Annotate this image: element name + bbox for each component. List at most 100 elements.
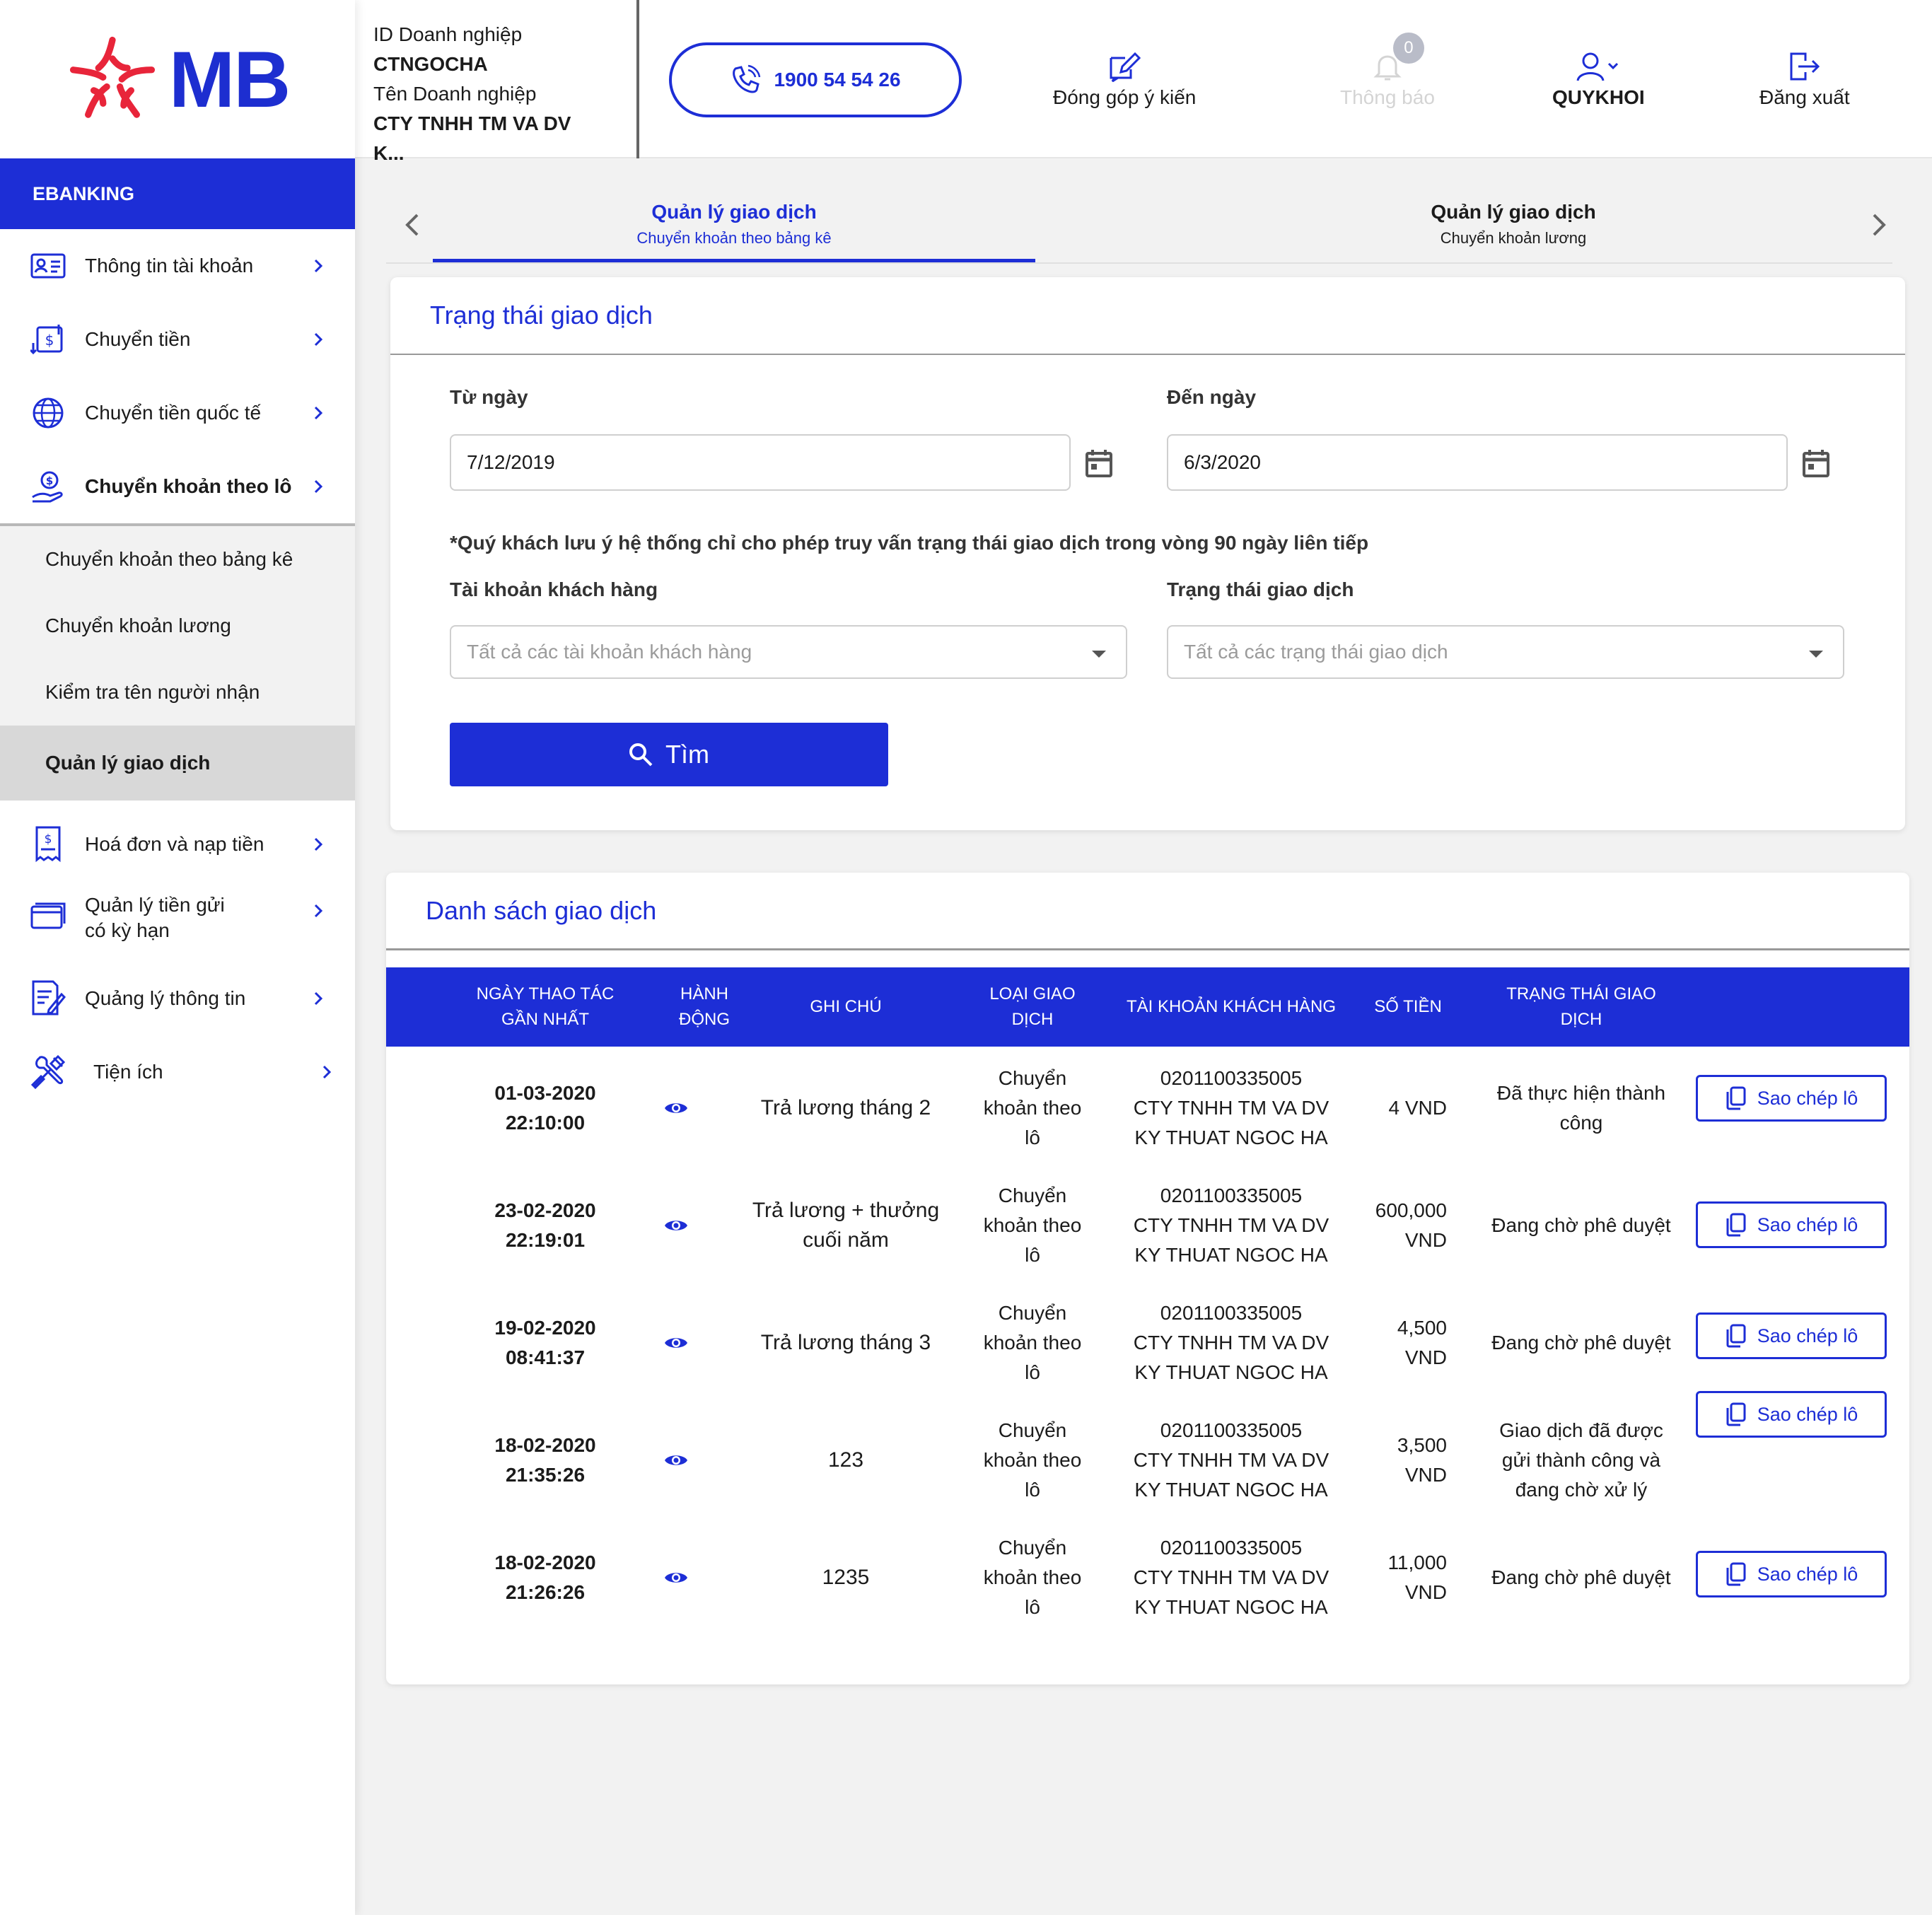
- status-line: gửi thành công và: [1501, 1449, 1661, 1471]
- cell-date: 19-02-2020 08:41:37: [429, 1284, 662, 1402]
- search-button[interactable]: Tìm: [450, 723, 888, 786]
- sidebar-item-batch-transfer[interactable]: $ Chuyển khoản theo lô: [0, 450, 355, 523]
- account-line: CTY TNHH TM VA DV: [1133, 1214, 1329, 1236]
- account-line: CTY TNHH TM VA DV: [1133, 1332, 1329, 1354]
- calendar-icon[interactable]: [1085, 448, 1113, 478]
- tab-salary-transfer[interactable]: Quản lý giao dịch Chuyển khoản lương: [1212, 201, 1815, 248]
- feedback-button[interactable]: Đóng góp ý kiến: [1053, 47, 1196, 109]
- type-line: lô: [1025, 1361, 1040, 1383]
- mb-logo[interactable]: MB: [66, 33, 291, 126]
- sidebar-item-term-deposit[interactable]: Quản lý tiền gửi có kỳ hạn: [0, 881, 355, 955]
- logout-icon: [1788, 47, 1821, 82]
- account-line: KY THUAT NGOC HA: [1134, 1244, 1328, 1266]
- copy-batch-label: Sao chép lô: [1757, 1563, 1858, 1585]
- copy-icon: [1726, 1086, 1746, 1110]
- status-line: Đã thực hiện thành: [1496, 1082, 1666, 1104]
- view-button[interactable]: [641, 1284, 711, 1402]
- receipt-icon: $: [30, 826, 66, 863]
- tab-statement-transfer[interactable]: Quản lý giao dịch Chuyển khoản theo bảng…: [433, 201, 1035, 248]
- account-line: 0201100335005: [1160, 1302, 1303, 1324]
- cell-status: Đã thực hiện thành công: [1440, 1049, 1723, 1167]
- status-line: Giao dịch đã được: [1499, 1419, 1663, 1441]
- view-button[interactable]: [641, 1519, 711, 1636]
- cell-date: 23-02-2020 22:19:01: [429, 1167, 662, 1284]
- th-line: GHI CHÚ: [810, 997, 882, 1016]
- account-line: 0201100335005: [1160, 1184, 1303, 1206]
- company-name-label: Tên Doanh nghiệp: [373, 83, 537, 105]
- chevron-right-icon: [314, 332, 323, 347]
- amount-line: 600,000: [1375, 1199, 1447, 1221]
- company-id-label: ID Doanh nghiệp: [373, 23, 523, 45]
- query-limit-note: *Quý khách lưu ý hệ thống chỉ cho phép t…: [450, 532, 1369, 554]
- submenu-item-salary-transfer[interactable]: Chuyển khoản lương: [0, 593, 355, 659]
- status-line: công: [1559, 1112, 1603, 1134]
- amount-line: 11,000: [1387, 1552, 1447, 1573]
- copy-batch-button[interactable]: Sao chép lô: [1696, 1551, 1887, 1597]
- calendar-icon[interactable]: [1802, 448, 1830, 478]
- col-status: TRẠNG THÁI GIAO DỊCH: [1426, 967, 1737, 1047]
- chevron-right-icon[interactable]: [1864, 211, 1892, 239]
- to-date-input[interactable]: 6/3/2020: [1167, 434, 1788, 491]
- hotline-button[interactable]: 1900 54 54 26: [669, 42, 962, 117]
- copy-batch-button[interactable]: Sao chép lô: [1696, 1391, 1887, 1438]
- status-line: Đang chờ phê duyệt: [1491, 1214, 1671, 1236]
- account-line: 0201100335005: [1160, 1537, 1303, 1559]
- copy-batch-button[interactable]: Sao chép lô: [1696, 1075, 1887, 1122]
- sidebar-item-transfer[interactable]: $ Chuyển tiền: [0, 303, 355, 376]
- username: QUYKHOI: [1552, 86, 1645, 108]
- account-line: KY THUAT NGOC HA: [1134, 1479, 1328, 1501]
- date: 19-02-2020: [494, 1317, 596, 1339]
- submenu-item-statement-transfer[interactable]: Chuyển khoản theo bảng kê: [0, 526, 355, 593]
- submenu-item-check-recipient[interactable]: Kiểm tra tên người nhận: [0, 659, 355, 726]
- copy-batch-button[interactable]: Sao chép lô: [1696, 1312, 1887, 1359]
- document-edit-icon: [30, 980, 66, 1017]
- top-bar: ID Doanh nghiệp CTNGOCHA Tên Doanh nghiệ…: [355, 0, 1932, 164]
- hotline-number: 1900 54 54 26: [774, 69, 901, 91]
- copy-icon: [1726, 1402, 1746, 1426]
- sidebar-item-label: Chuyển khoản theo lô: [85, 475, 292, 497]
- notifications-button[interactable]: 0 Thông báo: [1340, 33, 1435, 109]
- copy-batch-label: Sao chép lô: [1757, 1213, 1858, 1235]
- eye-icon: [665, 1573, 687, 1583]
- label-line: Quản lý tiền gửi: [85, 894, 225, 916]
- sidebar-item-account-info[interactable]: Thông tin tài khoản: [0, 229, 355, 303]
- sidebar-item-info-management[interactable]: Quảng lý thông tin: [0, 962, 355, 1035]
- th-line: TÀI KHOẢN KHÁCH HÀNG: [1126, 997, 1337, 1016]
- sidebar-item-international-transfer[interactable]: Chuyển tiền quốc tế: [0, 376, 355, 450]
- view-button[interactable]: [641, 1049, 711, 1167]
- account-label: Tài khoản khách hàng: [450, 578, 658, 600]
- cell-status: Đang chờ phê duyệt: [1440, 1284, 1723, 1402]
- logout-button[interactable]: Đăng xuất: [1759, 47, 1850, 109]
- sidebar: MB EBANKING Thông tin tài khoản $ Chuyển…: [0, 0, 355, 1915]
- cell-amount: 11,000 VND: [1320, 1519, 1447, 1636]
- chevron-left-icon[interactable]: [399, 211, 427, 239]
- submenu-item-transaction-management[interactable]: Quản lý giao dịch: [0, 726, 355, 801]
- note-line: cuối năm: [803, 1228, 889, 1252]
- account-line: CTY TNHH TM VA DV: [1133, 1097, 1329, 1119]
- cell-amount: 4,500 VND: [1320, 1284, 1447, 1402]
- account-line: CTY TNHH TM VA DV: [1133, 1566, 1329, 1588]
- cell-status: Đang chờ phê duyệt: [1440, 1519, 1723, 1636]
- header-divider: [636, 0, 639, 158]
- sidebar-item-utilities[interactable]: Tiện ích: [0, 1035, 355, 1109]
- status-select[interactable]: Tất cả các trạng thái giao dịch: [1167, 625, 1844, 679]
- status-select-placeholder: Tất cả các trạng thái giao dịch: [1184, 641, 1448, 663]
- copy-batch-label: Sao chép lô: [1757, 1403, 1858, 1425]
- time: 21:35:26: [505, 1464, 586, 1486]
- tools-icon: [30, 1054, 66, 1090]
- sidebar-item-label: Quảng lý thông tin: [85, 987, 246, 1009]
- status-line: Đang chờ phê duyệt: [1491, 1566, 1671, 1588]
- view-button[interactable]: [641, 1402, 711, 1519]
- view-button[interactable]: [641, 1167, 711, 1284]
- tab-title: Quản lý giao dịch: [651, 201, 817, 223]
- chevron-right-icon: [314, 406, 323, 420]
- svg-text:$: $: [46, 475, 53, 487]
- sidebar-item-bills[interactable]: $ Hoá đơn và nạp tiền: [0, 808, 355, 881]
- account-select[interactable]: Tất cả các tài khoản khách hàng: [450, 625, 1127, 679]
- copy-batch-button[interactable]: Sao chép lô: [1696, 1201, 1887, 1248]
- user-menu[interactable]: QUYKHOI: [1552, 47, 1645, 109]
- tab-subtitle: Chuyển khoản theo bảng kê: [636, 229, 832, 247]
- note-line: Trả lương tháng 2: [760, 1096, 931, 1119]
- list-header: Danh sách giao dịch: [386, 873, 1909, 950]
- from-date-input[interactable]: 7/12/2019: [450, 434, 1071, 491]
